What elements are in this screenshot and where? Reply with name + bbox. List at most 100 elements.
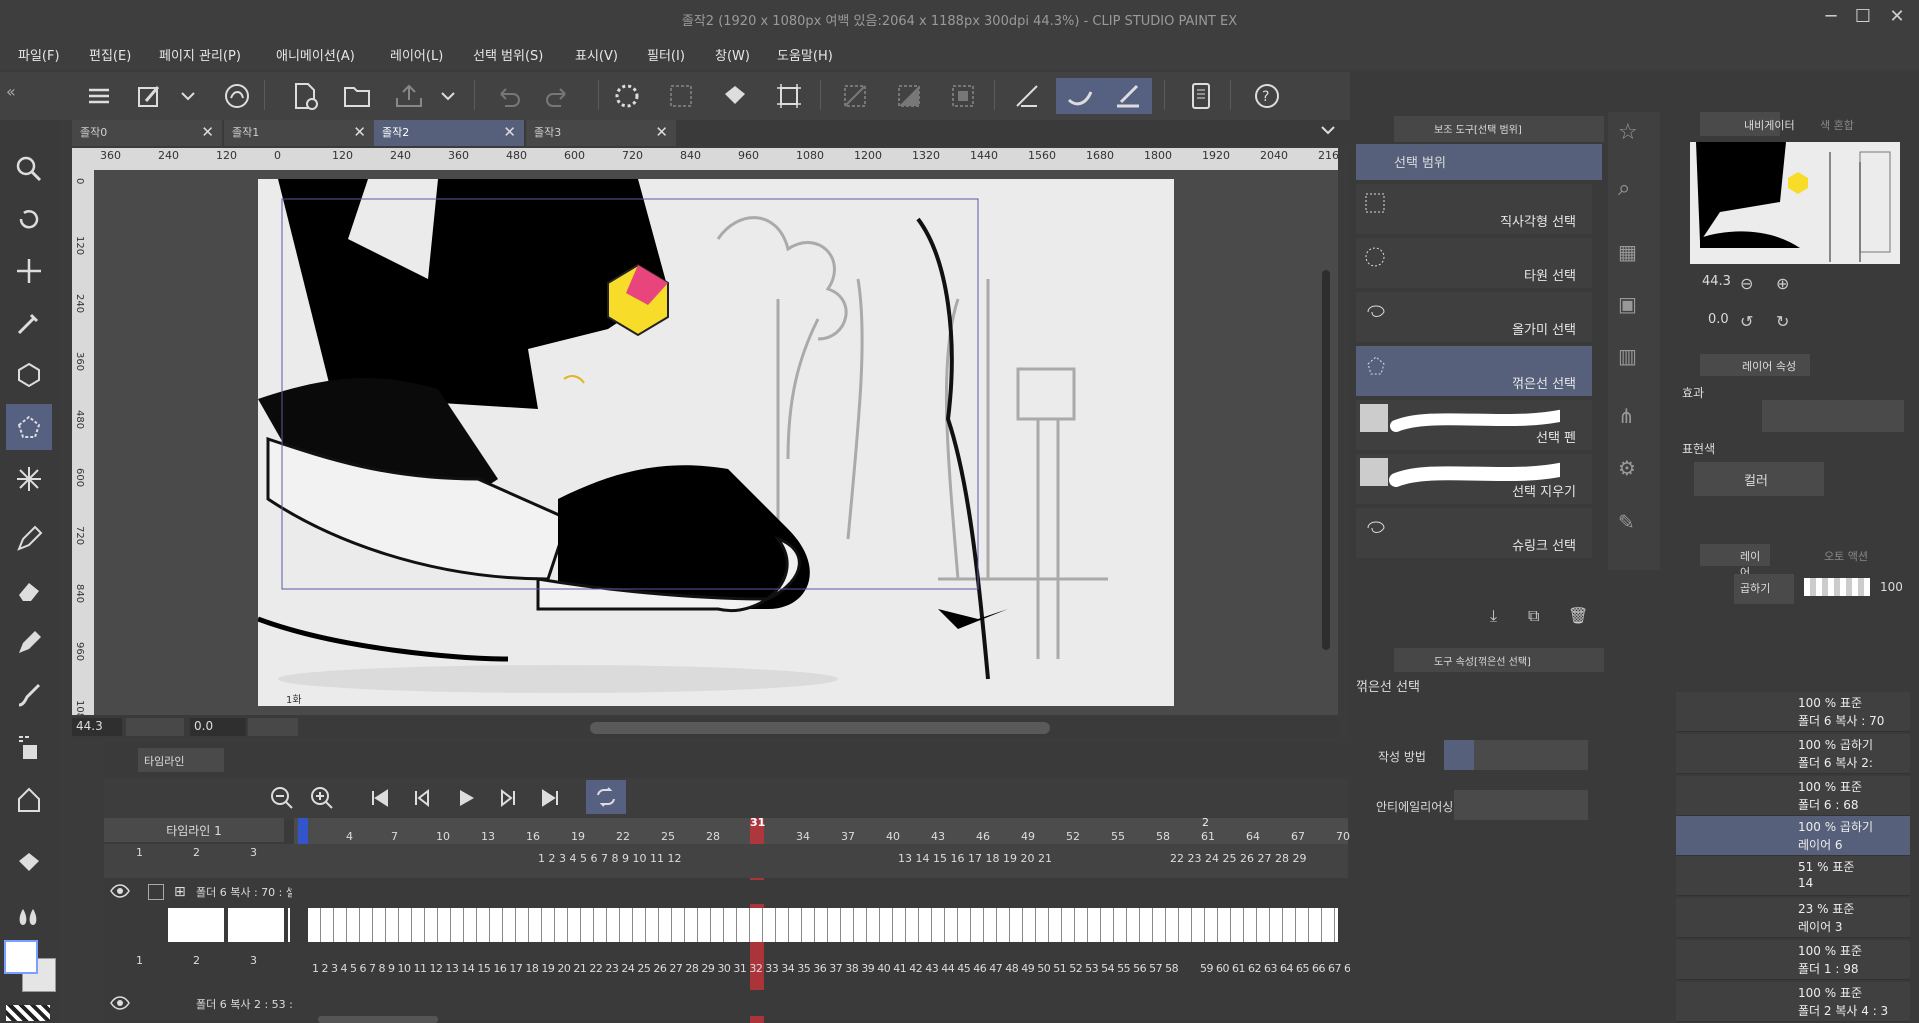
nav-zoom[interactable]: 44.3 xyxy=(1702,274,1731,289)
airbrush-tool-icon[interactable] xyxy=(6,724,52,770)
layer-row[interactable]: 100 % 표준 폴더 6 복사 : 70 xyxy=(1676,692,1910,732)
rotate-left-icon[interactable]: ↺ xyxy=(1740,312,1753,331)
layer-row[interactable]: 100 % 표준 폴더 6 : 68 xyxy=(1676,776,1910,816)
angle-slider[interactable] xyxy=(248,718,298,736)
last-frame-icon[interactable] xyxy=(540,788,560,811)
timeline-selector[interactable]: 타임라인 1 xyxy=(104,818,284,844)
search-icon[interactable]: ⌕ xyxy=(1618,176,1630,201)
layer-row[interactable]: 100 % 표준 폴더 1 : 98 xyxy=(1676,940,1910,980)
new-file-icon[interactable] xyxy=(286,78,324,114)
menu-selection[interactable]: 선택 범위(S) xyxy=(473,45,543,64)
menu-window[interactable]: 창(W) xyxy=(715,45,750,64)
settings-gear-icon[interactable]: ⚙ xyxy=(1618,456,1636,480)
smartphone-icon[interactable] xyxy=(1182,78,1220,114)
sub-tool-ellipse[interactable]: 타원 선택 xyxy=(1356,238,1592,288)
loading-icon[interactable] xyxy=(608,78,646,114)
menu-filter[interactable]: 필터(I) xyxy=(647,45,685,64)
tab-doc-3[interactable]: 졸작3 ✕ xyxy=(526,120,676,146)
fill-bucket-icon[interactable] xyxy=(716,78,754,114)
menu-page-management[interactable]: 페이지 관리(P) xyxy=(159,45,241,64)
layer-row[interactable]: 51 % 표준 14 xyxy=(1676,856,1910,896)
loop-playback-icon[interactable] xyxy=(586,780,626,814)
tool-property-tab[interactable]: 도구 속성[꺾은선 선택] xyxy=(1394,648,1604,672)
export-chevron-icon[interactable] xyxy=(436,78,460,114)
redo-icon[interactable] xyxy=(540,78,578,114)
nav-zoom-in-icon[interactable]: ⊕ xyxy=(1776,274,1789,293)
vertical-scrollbar[interactable] xyxy=(1322,270,1330,650)
angle-value[interactable]: 0.0 xyxy=(190,718,246,736)
menu-layer[interactable]: 레이어(L) xyxy=(390,45,443,64)
visibility-eye-icon[interactable] xyxy=(110,884,130,900)
minimize-button[interactable]: ─ xyxy=(1818,6,1844,30)
auto-select-tool-icon[interactable] xyxy=(6,456,52,502)
auto-action-tab[interactable]: 오토 액션 xyxy=(1824,548,1868,564)
color-mix-tab[interactable]: 색 혼합 xyxy=(1820,117,1854,133)
layer-row[interactable]: 100 % 표준 폴더 2 복사 4 : 3 xyxy=(1676,982,1910,1022)
brush-settings-icon[interactable] xyxy=(130,78,168,114)
layer-row[interactable]: 23 % 표준 레이어 3 xyxy=(1676,898,1910,938)
horizontal-scrollbar[interactable] xyxy=(590,722,1050,734)
effect-buttons[interactable] xyxy=(1762,400,1904,432)
help-icon[interactable]: ? xyxy=(1248,78,1286,114)
filmstrip-icon[interactable]: ▥ xyxy=(1618,344,1637,368)
menu-file[interactable]: 파일(F) xyxy=(18,45,60,64)
collapse-left-icon[interactable]: « xyxy=(0,72,30,120)
sub-tool-lasso[interactable]: 올가미 선택 xyxy=(1356,292,1592,342)
move-tool-icon[interactable] xyxy=(6,248,52,294)
pen-tool-icon[interactable] xyxy=(6,516,52,562)
sub-tool-group[interactable]: 선택 범위 xyxy=(1356,144,1602,180)
menu-animation[interactable]: 애니메이션(A) xyxy=(276,45,355,64)
blend-tool-icon[interactable] xyxy=(6,892,52,938)
rotate-right-icon[interactable]: ↻ xyxy=(1776,312,1789,331)
timeline-scrollbar[interactable] xyxy=(318,1016,438,1023)
close-icon[interactable]: ✕ xyxy=(201,123,214,141)
3d-object-tool-icon[interactable] xyxy=(6,352,52,398)
start-marker[interactable] xyxy=(298,818,308,844)
chevron-down-icon[interactable] xyxy=(176,78,200,114)
menu-view[interactable]: 표시(V) xyxy=(575,45,618,64)
trash-icon[interactable]: 🗑 xyxy=(1568,606,1588,625)
zoom-slider[interactable] xyxy=(126,718,184,736)
navigator-tab[interactable]: 내비게이터 xyxy=(1700,112,1795,136)
nodes-icon[interactable]: ⋔ xyxy=(1618,404,1635,428)
visibility-eye-icon[interactable] xyxy=(110,996,130,1012)
tab-doc-0[interactable]: 졸작0 ✕ xyxy=(72,120,222,146)
download-icon[interactable]: ⤓ xyxy=(1490,606,1497,626)
sub-tool-tab[interactable]: 보조 도구[선택 범위] xyxy=(1394,116,1604,142)
clear-selection-icon[interactable] xyxy=(836,78,874,114)
expand-selection-icon[interactable] xyxy=(944,78,982,114)
close-icon[interactable]: ✕ xyxy=(655,123,668,141)
close-icon[interactable]: ✕ xyxy=(353,123,366,141)
pencil-tool-icon[interactable] xyxy=(6,620,52,666)
material-icon[interactable]: ▣ xyxy=(1618,292,1637,316)
sub-tool-shrink-selection[interactable]: 슈링크 선택 xyxy=(1356,508,1592,558)
zoom-out-icon[interactable] xyxy=(270,786,294,813)
maximize-button[interactable]: ☐ xyxy=(1850,6,1876,30)
pen-stabilize-icon[interactable] xyxy=(1056,78,1104,114)
layer-tab[interactable]: 레이어 xyxy=(1700,544,1770,579)
rotate-tool-icon[interactable] xyxy=(6,196,52,242)
navigator-preview[interactable] xyxy=(1690,142,1900,264)
play-icon[interactable] xyxy=(456,788,476,811)
color-wheel-icon[interactable]: ▦ xyxy=(1618,240,1637,264)
close-icon[interactable]: ✕ xyxy=(503,123,516,141)
artwork-canvas[interactable]: 1화 xyxy=(257,179,1174,706)
tab-doc-1[interactable]: 졸작1 ✕ xyxy=(224,120,374,146)
first-frame-icon[interactable] xyxy=(370,788,390,811)
opacity-slider[interactable] xyxy=(1804,578,1870,596)
sub-tool-polyline[interactable]: 꺾은선 선택 xyxy=(1356,346,1592,396)
selection-icon[interactable] xyxy=(662,78,700,114)
layer-row-selected[interactable]: 100 % 곱하기 레이어 6 xyxy=(1676,816,1910,856)
canvas-area[interactable]: 1화 xyxy=(94,170,1338,715)
cloud-icon[interactable] xyxy=(218,78,256,114)
sub-tool-rectangle[interactable]: 직사각형 선택 xyxy=(1356,184,1592,234)
frames-strip[interactable] xyxy=(308,908,1338,942)
tabs-chevron-down-icon[interactable] xyxy=(1320,124,1336,139)
antialias-options[interactable] xyxy=(1454,790,1588,820)
selection-tool-icon[interactable] xyxy=(6,404,52,450)
eyedropper-tool-icon[interactable] xyxy=(6,300,52,346)
timeline-tab[interactable]: 타임라인 xyxy=(138,748,224,772)
nav-zoom-out-icon[interactable]: ⊖ xyxy=(1740,274,1753,293)
export-icon[interactable] xyxy=(390,78,428,114)
blend-mode-select[interactable]: 곱하기 xyxy=(1734,574,1794,604)
